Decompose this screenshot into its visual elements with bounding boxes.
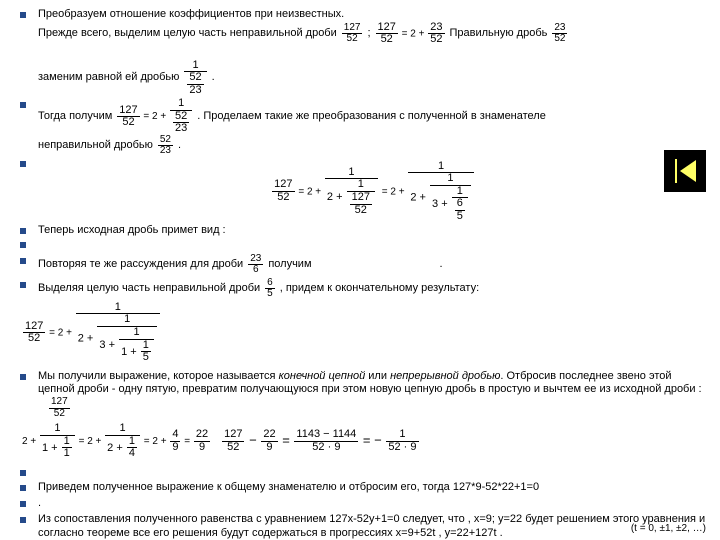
- formula-nested1: 12752 = 2 + 1 5223: [116, 98, 193, 135]
- formula-final-cf: 12752 = 2 + 1 2 + 1 3 + 1 1 + 15: [22, 302, 708, 364]
- fraction-127-52b: 12752: [48, 397, 71, 419]
- text: ;: [367, 27, 370, 41]
- text: Из сопоставления полученного равенства с…: [38, 513, 705, 539]
- formula-step1: 12752 = 2 + 2352: [375, 22, 446, 46]
- fraction-23-52: 2352: [551, 23, 568, 45]
- formula-subtract: 2 + 1 1 + 11 = 2 + 1 2 + 14 = 2 + 49 = 2…: [22, 423, 708, 460]
- spacer: 12752 = 2 + 1 2 + 1 12752 = 2 + 1 2 + 1 …: [20, 157, 708, 222]
- text: . Проделаем такие же преобразования с по…: [197, 110, 546, 124]
- paragraph-6b: .: [20, 497, 708, 511]
- footer-formula: (t = 0, ±1, ±2, …): [631, 523, 706, 534]
- formula-invert: 1 5223: [183, 60, 207, 97]
- text: , придем к окончательному результату:: [280, 282, 479, 296]
- text: Теперь исходная дробь примет вид :: [38, 224, 226, 236]
- paragraph-3: Теперь исходная дробь примет вид :: [20, 224, 708, 238]
- paragraph-1: Преобразуем отношение коэффициентов при …: [20, 8, 708, 96]
- formula-big-nested: 12752 = 2 + 1 2 + 1 12752 = 2 + 1 2 + 1 …: [38, 161, 708, 223]
- fraction-127-52: 12752: [341, 23, 364, 45]
- text: Мы получили выражение, которое называетс…: [38, 370, 279, 382]
- text-italic: конечной цепной: [279, 370, 366, 382]
- paragraph-6a: Приведем полученное выражение к общему з…: [20, 481, 708, 495]
- fraction-23-6: 236: [247, 254, 264, 276]
- text: Приведем полученное выражение к общему з…: [38, 481, 539, 493]
- spacer: [20, 466, 708, 480]
- text-italic: непрерывной дробью: [390, 370, 500, 382]
- text: или: [365, 370, 390, 382]
- text: .: [440, 258, 443, 272]
- spacer: [20, 238, 708, 252]
- text: .: [178, 139, 181, 153]
- text: Правильную дробь: [450, 27, 548, 41]
- paragraph-2: Тогда получим 12752 = 2 + 1 5223 . Проде…: [20, 98, 708, 157]
- text: Тогда получим: [38, 110, 112, 124]
- text: неправильной дробью: [38, 139, 153, 153]
- paragraph-6c: Из сопоставления полученного равенства с…: [20, 513, 708, 540]
- text: заменим равной ей дробью: [38, 71, 179, 85]
- text: Преобразуем отношение коэффициентов при …: [38, 8, 344, 20]
- paragraph-4a: Повторяя те же рассуждения для дроби 236…: [20, 254, 708, 276]
- text: получим: [268, 258, 311, 272]
- text: Повторяя те же рассуждения для дроби: [38, 258, 243, 272]
- text: Выделяя целую часть неправильной дроби: [38, 282, 260, 296]
- paragraph-4b: Выделяя целую часть неправильной дроби 6…: [20, 278, 708, 364]
- text: Прежде всего, выделим целую часть неправ…: [38, 27, 337, 41]
- fraction-52-23: 5223: [157, 135, 174, 157]
- text: .: [38, 497, 41, 509]
- text: .: [212, 71, 215, 85]
- fraction-6-5: 65: [264, 278, 276, 300]
- paragraph-5: Мы получили выражение, которое называетс…: [20, 370, 708, 460]
